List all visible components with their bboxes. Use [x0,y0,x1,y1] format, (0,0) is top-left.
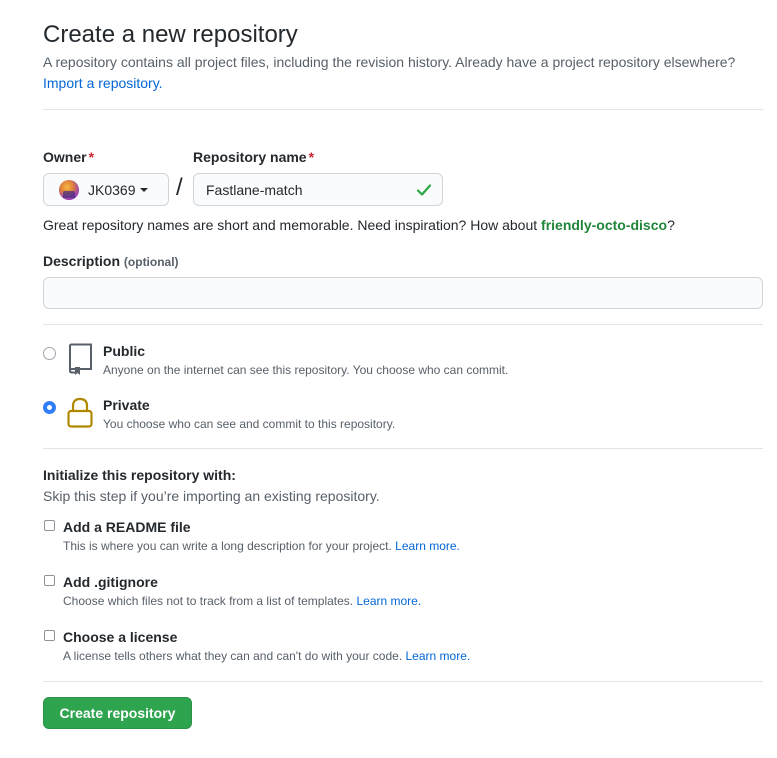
name-suggestion[interactable]: friendly-octo-disco [541,217,667,233]
initialize-subtitle: Skip this step if you’re importing an ex… [43,488,380,504]
initialize-title: Initialize this repository with: [43,467,236,483]
repo-name-label: Repository name * [193,149,314,165]
caret-down-icon [140,188,149,192]
private-radio[interactable] [43,401,56,414]
gitignore-title: Add .gitignore [63,574,158,590]
repo-name-label-text: Repository name [193,149,307,165]
readme-learn-more-link[interactable]: Learn more. [395,539,460,553]
readme-description: This is where you can write a long descr… [63,539,460,553]
license-description: A license tells others what they can and… [63,649,470,663]
page-title: Create a new repository [43,21,298,48]
divider [43,324,763,325]
gitignore-checkbox[interactable] [44,575,55,586]
license-title: Choose a license [63,629,178,645]
owner-label: Owner * [43,149,94,165]
divider [43,448,763,449]
repo-name-hint: Great repository names are short and mem… [43,217,675,233]
public-description: Anyone on the internet can see this repo… [103,363,509,377]
repo-icon [69,343,92,375]
gitignore-learn-more-link[interactable]: Learn more. [356,594,421,608]
lock-icon [67,397,93,428]
required-mark: * [88,149,95,165]
license-checkbox[interactable] [44,630,55,641]
private-title: Private [103,397,150,413]
hint-end: ? [667,217,675,233]
public-title: Public [103,343,146,359]
readme-checkbox[interactable] [44,520,55,531]
gitignore-description-text: Choose which files not to track from a l… [63,594,354,608]
check-icon [416,183,432,196]
hint-text: Great repository names are short and mem… [43,217,538,233]
repo-name-value: Fastlane-match [206,181,303,198]
owner-value: JK0369 [88,181,136,198]
avatar [59,179,79,200]
import-repository-link[interactable]: Import a repository. [43,75,163,91]
description-label-text: Description [43,253,121,269]
page-subtitle: A repository contains all project files,… [43,52,743,94]
divider [43,681,763,682]
private-description: You choose who can see and commit to thi… [103,417,396,431]
readme-title: Add a README file [63,519,191,535]
readme-description-text: This is where you can write a long descr… [63,539,392,553]
create-repository-button[interactable]: Create repository [43,697,192,729]
optional-tag: (optional) [123,255,179,269]
divider [43,109,763,110]
repo-name-input[interactable]: Fastlane-match [193,173,443,206]
description-input[interactable] [43,277,763,309]
owner-repo-separator: / [176,174,183,201]
subtitle-text: A repository contains all project files,… [43,54,736,70]
gitignore-description: Choose which files not to track from a l… [63,594,421,608]
owner-label-text: Owner [43,149,87,165]
required-mark: * [308,149,315,165]
owner-select[interactable]: JK0369 [43,173,169,206]
license-description-text: A license tells others what they can and… [63,649,403,663]
public-radio[interactable] [43,347,56,360]
description-label: Description (optional) [43,253,179,269]
license-learn-more-link[interactable]: Learn more. [406,649,471,663]
